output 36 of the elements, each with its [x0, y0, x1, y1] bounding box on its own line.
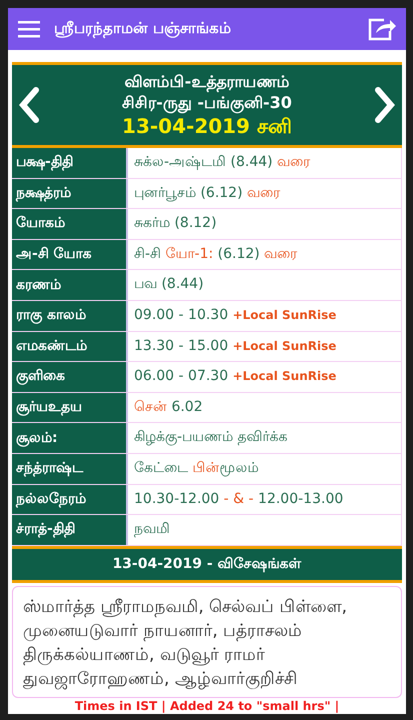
- app-title: ஸ்ரீபரந்தாமன் பஞ்சாங்கம்: [54, 19, 232, 39]
- row-value: பவ (8.44): [128, 270, 402, 300]
- row-label: சூலம்:: [12, 423, 128, 453]
- row-value: 06.00 - 07.30 +Local SunRise: [128, 362, 402, 392]
- row-value: சி-சி யோ-1: (6.12) வரை: [128, 240, 402, 270]
- share-icon[interactable]: [368, 17, 396, 41]
- row-label: பக்ஷ-திதி: [12, 148, 128, 178]
- row-value: கிழக்கு-பயணம் தவிர்க்க: [128, 423, 402, 453]
- row-label: யோகம்: [12, 209, 128, 239]
- row-label: ச்ராத்-திதி: [12, 515, 128, 545]
- row-value: புனர்பூசம் (6.12) வரை: [128, 178, 402, 208]
- row-label: சந்த்ராஷ்ட: [12, 454, 128, 484]
- date-text: 13-04-2019 சனி: [122, 114, 292, 138]
- row-label: நக்ஷத்ரம்: [12, 178, 128, 208]
- row-label: குளிகை: [12, 362, 128, 392]
- row-label: கரணம்: [12, 270, 128, 300]
- row-label: நல்லநேரம்: [12, 484, 128, 514]
- specials-heading: 13-04-2019 - விசேஷங்கள்: [12, 546, 402, 583]
- previous-day-icon[interactable]: [18, 87, 40, 123]
- row-label: சூர்யஉதய: [12, 392, 128, 422]
- row-label: எமகண்டம்: [12, 332, 128, 362]
- menu-icon[interactable]: [18, 20, 42, 38]
- row-label: அ-சி யோக: [12, 240, 128, 270]
- row-label: ராகு காலம்: [12, 300, 128, 331]
- row-value: சுகர்ம (8.12): [128, 209, 402, 239]
- row-value: 10.30-12.00 - & - 12.00-13.00: [128, 484, 402, 514]
- row-value: சென் 6.02: [128, 392, 402, 422]
- row-value: நவமி: [128, 515, 402, 545]
- row-value: 09.00 - 10.30 +Local SunRise: [128, 300, 402, 331]
- row-value: 13.30 - 15.00 +Local SunRise: [128, 332, 402, 362]
- season-text: விளம்பி-உத்தராயணம்: [124, 72, 290, 92]
- month-text: சிசிர-ருது -பங்குனி-30: [122, 93, 292, 113]
- next-day-icon[interactable]: [374, 87, 396, 123]
- row-value: சுக்ல-அஷ்டமி (8.44) வரை: [128, 148, 402, 178]
- row-value: கேட்டை பின்மூலம்: [128, 454, 402, 484]
- specials-text: ஸ்மார்த்த ஸ்ரீராமநவமி, செல்வப் பிள்ளை, முனையடுவார் நாயனார், பத்ராசலம் திருக்கல்யாணம், வடுவூர் ராமர் துவஜாரோஹணம், ஆழ்வார்குறிச்சி: [23, 596, 348, 691]
